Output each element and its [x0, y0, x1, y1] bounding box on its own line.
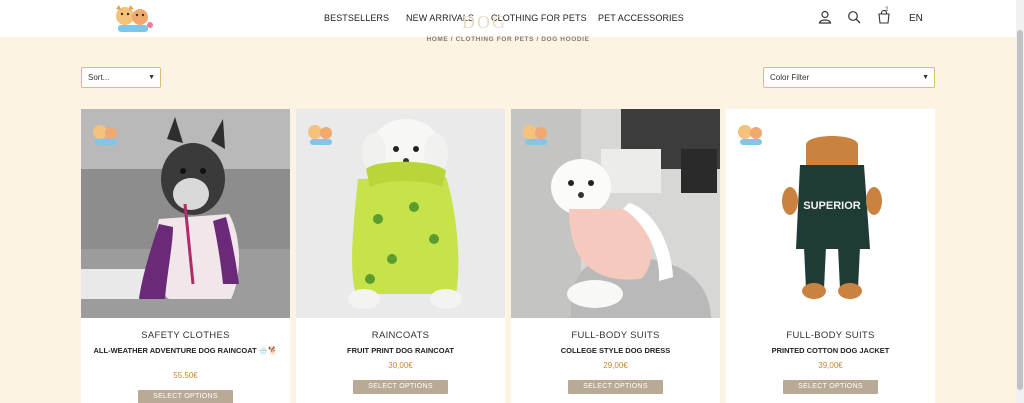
breadcrumb-current: DOG HOODIE — [541, 36, 590, 43]
brand-watermark-logo — [738, 125, 762, 145]
select-options-button[interactable]: SELECT OPTIONS — [783, 380, 878, 394]
search-icon[interactable] — [847, 10, 861, 24]
scrollbar-thumb[interactable] — [1017, 30, 1023, 390]
nav-bestsellers[interactable]: BESTSELLERS — [324, 13, 389, 23]
cart-icon[interactable] — [877, 10, 891, 24]
product-category: FULL-BODY SUITS — [571, 330, 660, 341]
breadcrumb-separator: / — [536, 36, 539, 43]
site-header: BESTSELLERS NEW ARRIVALS CLOTHING FOR PE… — [0, 0, 1016, 37]
jacket-print-text: SUPERIOR — [803, 200, 861, 212]
product-card[interactable]: RAINCOATS FRUIT PRINT DOG RAINCOAT 30,00… — [296, 109, 505, 403]
product-card[interactable]: SUPERIOR FULL-BODY SUITS PRINTED COTTON … — [726, 109, 935, 403]
breadcrumb: HOME / CLOTHING FOR PETS / DOG HOODIE — [0, 36, 1016, 43]
brand-watermark-logo — [93, 125, 117, 145]
brand-watermark-logo — [308, 125, 332, 145]
product-card[interactable]: FULL-BODY SUITS COLLEGE STYLE DOG DRESS … — [511, 109, 720, 403]
page-heading-ghost: DOG — [462, 12, 507, 32]
chevron-down-icon: ▼ — [148, 74, 155, 81]
brand-logo[interactable] — [110, 3, 156, 35]
select-options-button[interactable]: SELECT OPTIONS — [353, 380, 448, 394]
brand-watermark-logo — [523, 125, 547, 145]
page-scrollbar[interactable] — [1016, 0, 1024, 403]
breadcrumb-separator: / — [450, 36, 454, 43]
product-name[interactable]: FRUIT PRINT DOG RAINCOAT — [296, 345, 505, 356]
product-name[interactable]: ALL-WEATHER ADVENTURE DOG RAINCOAT 🌧️🐕 — [81, 345, 290, 356]
sort-select-value: Sort... — [88, 73, 110, 82]
caret-down-icon: ▼ — [922, 74, 929, 81]
product-card[interactable]: SAFETY CLOTHES ALL-WEATHER ADVENTURE DOG… — [81, 109, 290, 403]
sort-select[interactable]: Sort... ▼ — [81, 67, 161, 88]
product-category: SAFETY CLOTHES — [141, 330, 230, 341]
breadcrumb-home[interactable]: HOME — [426, 36, 448, 43]
select-options-button[interactable]: SELECT OPTIONS — [138, 390, 233, 403]
product-price: 29,00€ — [603, 361, 628, 370]
product-category: RAINCOATS — [371, 330, 430, 341]
nav-pet-accessories[interactable]: PET ACCESSORIES — [598, 13, 684, 23]
product-name[interactable]: COLLEGE STYLE DOG DRESS — [511, 345, 720, 356]
color-filter-value: Color Filter — [770, 73, 810, 82]
product-price: 39,00€ — [818, 361, 843, 370]
product-price: 30,00€ — [388, 361, 413, 370]
language-switcher[interactable]: EN — [909, 13, 923, 24]
color-filter-select[interactable]: Color Filter ▼ — [763, 67, 935, 88]
product-price: 55.50€ — [173, 371, 198, 380]
breadcrumb-clothing[interactable]: CLOTHING FOR PETS — [456, 36, 534, 43]
cart-count-badge: 2 — [885, 7, 889, 13]
product-name[interactable]: PRINTED COTTON DOG JACKET — [726, 345, 935, 356]
product-category: FULL-BODY SUITS — [786, 330, 875, 341]
account-icon[interactable] — [818, 10, 832, 24]
select-options-button[interactable]: SELECT OPTIONS — [568, 380, 663, 394]
